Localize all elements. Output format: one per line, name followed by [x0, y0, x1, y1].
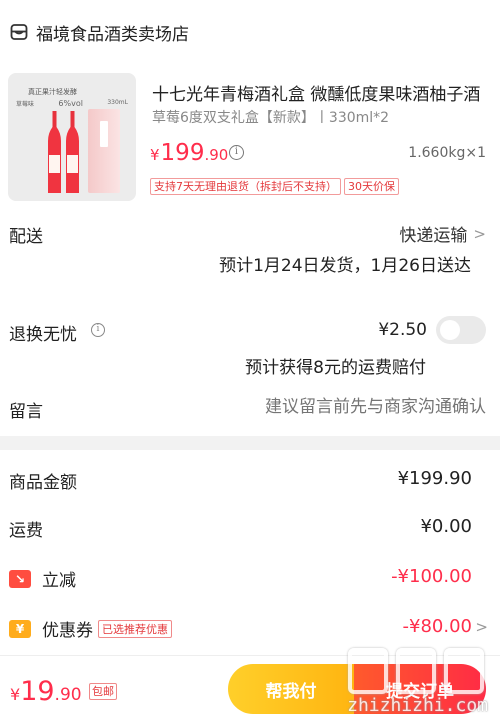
- image-label-volume: 330mL: [107, 99, 128, 106]
- shop-header[interactable]: 福境食品酒类卖场店: [10, 20, 189, 45]
- delivery-estimate: 预计1月24日发货，1月26日送达: [219, 256, 471, 276]
- chevron-right-icon: >: [473, 224, 486, 243]
- coupon-recommended-tag: 已选推荐优惠: [98, 619, 172, 638]
- freight-row: 运费 ¥0.00: [0, 516, 500, 546]
- product-spec[interactable]: 草莓6度双支礼盒【新款】丨330ml*2: [152, 107, 389, 127]
- order-main-card: 福境食品酒类卖场店 真正果汁轻发酵 草莓味 6%vol 330mL 十七光年青梅…: [0, 0, 500, 436]
- bottle-image-left: [48, 111, 61, 193]
- info-icon[interactable]: i: [91, 323, 105, 337]
- service-tags: 支持7天无理由退货（拆封后不支持） 30天价保: [150, 178, 399, 195]
- product-image[interactable]: 真正果汁轻发酵 草莓味 6%vol 330mL: [8, 73, 136, 201]
- image-caption: 真正果汁轻发酵: [28, 88, 77, 96]
- help-pay-button[interactable]: 帮我付: [228, 664, 354, 714]
- total-price: ¥ 19 .90: [10, 676, 82, 707]
- gift-box-image: [88, 109, 120, 193]
- product-title[interactable]: 十七光年青梅酒礼盒 微醺低度果味酒柚子酒: [152, 80, 488, 105]
- message-label: 留言: [9, 402, 43, 422]
- price-protect-tag: 30天价保: [344, 178, 399, 195]
- price-info-icon[interactable]: i: [229, 145, 244, 160]
- delivery-method: 快递运输: [399, 226, 468, 246]
- return-insurance-toggle[interactable]: [436, 316, 486, 344]
- coupon-value: -¥80.00: [402, 616, 472, 637]
- image-label-flavor: 草莓味: [16, 101, 35, 108]
- image-label-row: 草莓味 6%vol 330mL: [16, 99, 128, 108]
- goods-amount-value: ¥199.90: [397, 468, 472, 489]
- return-policy-tag: 支持7天无理由退货（拆封后不支持）: [150, 178, 341, 195]
- shop-name: 福境食品酒类卖场店: [36, 24, 189, 45]
- delivery-method-selector[interactable]: 快递运输 >: [399, 221, 486, 247]
- discount-arrow-icon: ↘: [9, 569, 31, 588]
- instant-discount-value: -¥100.00: [391, 566, 472, 587]
- product-weight-quantity: 1.660kg×1: [408, 145, 486, 161]
- delivery-label: 配送: [9, 227, 43, 247]
- watermark-text: zhizhizhi.com: [347, 695, 488, 716]
- watermark: zhizhizhi.com: [344, 640, 494, 716]
- bottle-image-right: [66, 111, 79, 193]
- coupon-label: 优惠券: [42, 621, 93, 641]
- instant-discount-label: 立减: [42, 571, 76, 591]
- return-insurance-note: 预计获得8元的运费赔付: [245, 358, 426, 378]
- instant-discount-row: ↘ 立减 -¥100.00: [0, 566, 500, 596]
- return-insurance-label: 退换无忧: [9, 325, 77, 345]
- store-icon: [10, 24, 28, 40]
- freight-label: 运费: [9, 521, 43, 541]
- freight-value: ¥0.00: [420, 516, 472, 537]
- coupon-yen-icon: ¥: [9, 619, 31, 638]
- image-label-abv: 6%vol: [58, 99, 83, 108]
- message-input[interactable]: [216, 397, 486, 417]
- free-shipping-badge: 包邮: [89, 683, 117, 700]
- product-price: ¥ 199 .90: [150, 140, 229, 166]
- toggle-knob: [440, 320, 460, 340]
- chevron-right-icon: >: [475, 618, 488, 636]
- return-insurance-price: ¥2.50: [378, 320, 427, 340]
- goods-amount-row: 商品金额 ¥199.90: [0, 468, 500, 498]
- goods-amount-label: 商品金额: [9, 473, 77, 493]
- price-summary-card: 商品金额 ¥199.90 运费 ¥0.00 ↘ 立减 -¥100.00 ¥ 优惠…: [0, 450, 500, 655]
